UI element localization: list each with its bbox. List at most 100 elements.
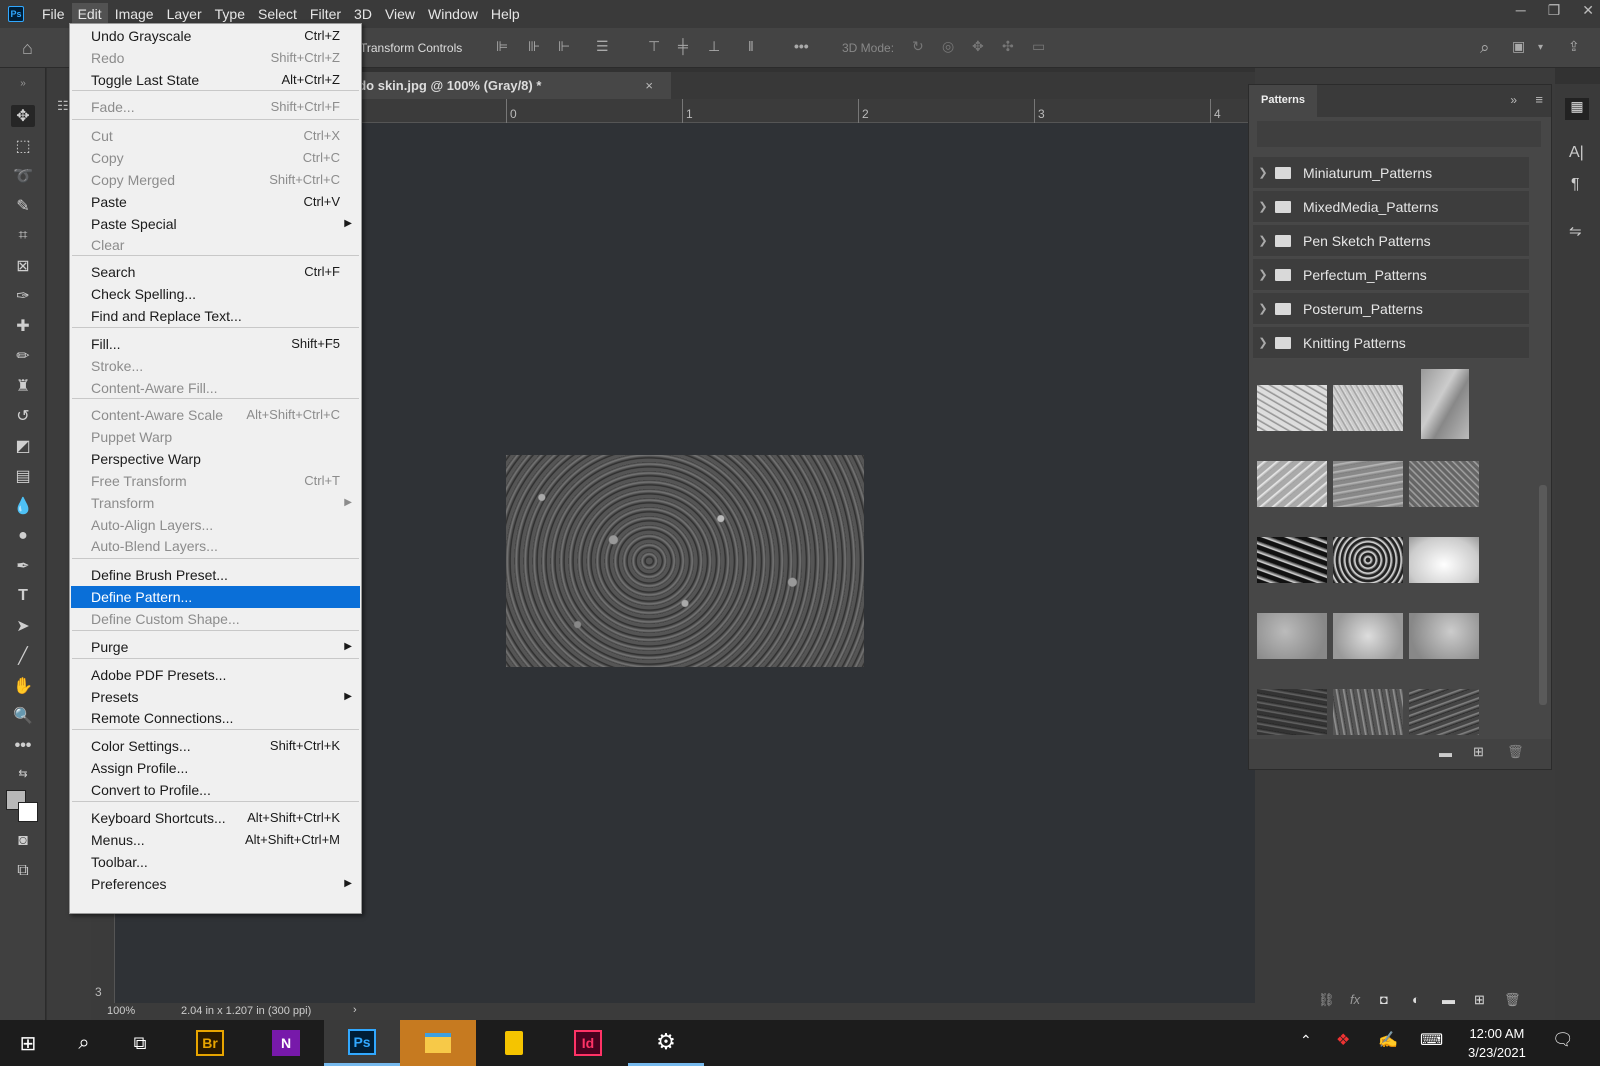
history-brush-tool-icon[interactable]: ↺ bbox=[11, 405, 35, 427]
chevron-right-icon[interactable]: ❯ bbox=[1253, 336, 1273, 349]
delete-layer-icon[interactable]: 🗑 bbox=[1504, 992, 1521, 1008]
fx-icon[interactable]: fx bbox=[1350, 992, 1360, 1007]
menu-item-search[interactable]: Search Ctrl+F bbox=[71, 261, 360, 283]
adjustment-layer-icon[interactable]: ◐ bbox=[1412, 992, 1420, 1007]
pattern-thumbnail[interactable] bbox=[1333, 461, 1403, 507]
pattern-thumbnail[interactable] bbox=[1333, 385, 1403, 431]
menu-image[interactable]: Image bbox=[109, 3, 160, 25]
photoshop-logo-icon[interactable]: Ps bbox=[8, 6, 24, 22]
zoom-tool-icon[interactable]: 🔍 bbox=[11, 705, 35, 727]
pattern-thumbnail[interactable] bbox=[1409, 613, 1479, 659]
menu-edit[interactable]: Edit bbox=[71, 3, 108, 25]
chevron-right-icon[interactable]: ❯ bbox=[1253, 268, 1273, 281]
brush-tool-icon[interactable]: ✏ bbox=[11, 345, 35, 367]
chevron-down-icon[interactable]: ▾ bbox=[1538, 42, 1543, 53]
pattern-folder[interactable]: ❯ Pen Sketch Patterns bbox=[1253, 225, 1529, 257]
system-clock[interactable]: 12:00 AM 3/23/2021 bbox=[1468, 1024, 1526, 1062]
3d-orbit-icon[interactable]: ↻ bbox=[912, 38, 924, 55]
menu-item-convert-to-profile[interactable]: Convert to Profile... bbox=[71, 779, 360, 801]
distribute-vertical-icon[interactable]: ‖ bbox=[748, 38, 754, 54]
blur-tool-icon[interactable]: 💧 bbox=[11, 495, 35, 517]
patterns-scrollbar[interactable] bbox=[1539, 485, 1547, 705]
patterns-panel-icon[interactable]: ▦ bbox=[1565, 98, 1589, 120]
menu-3d[interactable]: 3D bbox=[348, 3, 378, 25]
3d-roll-icon[interactable]: ◎ bbox=[942, 38, 954, 55]
align-bottom-icon[interactable]: ⊥ bbox=[708, 38, 720, 55]
menu-window[interactable]: Window bbox=[422, 3, 484, 25]
align-left-icon[interactable]: ⊫ bbox=[496, 38, 508, 55]
menu-item-paste-special[interactable]: Paste Special ▶ bbox=[71, 213, 360, 235]
character-panel-icon[interactable]: A| bbox=[1569, 144, 1584, 162]
new-group-icon[interactable]: ▬ bbox=[1442, 992, 1455, 1007]
pattern-thumbnail[interactable] bbox=[1257, 537, 1327, 583]
pattern-thumbnail[interactable] bbox=[1257, 385, 1327, 431]
restore-icon[interactable]: ❐ bbox=[1548, 2, 1561, 19]
eraser-tool-icon[interactable]: ◩ bbox=[11, 435, 35, 457]
menu-item-check-spelling[interactable]: Check Spelling... bbox=[71, 283, 360, 305]
more-options-icon[interactable]: ••• bbox=[794, 38, 809, 54]
menu-item-undo-grayscale[interactable]: Undo Grayscale Ctrl+Z bbox=[71, 25, 360, 47]
distribute-icon[interactable]: ☰ bbox=[596, 38, 609, 55]
onenote-app-icon[interactable]: N bbox=[248, 1020, 324, 1066]
layer-mask-icon[interactable]: ◘ bbox=[1380, 992, 1388, 1007]
task-view-icon[interactable]: ⧉ bbox=[112, 1020, 168, 1066]
dropbox-icon[interactable]: ❖ bbox=[1336, 1030, 1350, 1050]
menu-item-color-settings[interactable]: Color Settings... Shift+Ctrl+K bbox=[71, 735, 360, 757]
home-icon[interactable]: ⌂ bbox=[22, 38, 33, 59]
move-tool-icon[interactable]: ✥ bbox=[11, 105, 35, 127]
pattern-thumbnail[interactable] bbox=[1257, 613, 1327, 659]
pen-icon[interactable]: ✍ bbox=[1378, 1030, 1398, 1050]
marquee-tool-icon[interactable]: ⬚ bbox=[11, 135, 35, 157]
patterns-search-field[interactable] bbox=[1257, 121, 1541, 147]
chevron-right-icon[interactable]: ❯ bbox=[1253, 234, 1273, 247]
bridge-app-icon[interactable]: Br bbox=[172, 1020, 248, 1066]
lasso-tool-icon[interactable]: ➰ bbox=[11, 165, 35, 187]
menu-item-menus[interactable]: Menus... Alt+Shift+Ctrl+M bbox=[71, 829, 360, 851]
menu-help[interactable]: Help bbox=[485, 3, 526, 25]
chevron-right-icon[interactable]: ❯ bbox=[1253, 166, 1273, 179]
stamp-tool-icon[interactable]: ♜ bbox=[11, 375, 35, 397]
menu-item-adobe-pdf-presets[interactable]: Adobe PDF Presets... bbox=[71, 664, 360, 686]
menu-file[interactable]: File bbox=[36, 3, 71, 25]
menu-item-paste[interactable]: Paste Ctrl+V bbox=[71, 191, 360, 213]
expand-panel-icon[interactable]: » bbox=[1510, 93, 1517, 107]
zoom-level[interactable]: 100% bbox=[107, 1005, 135, 1017]
chevron-up-icon[interactable]: ⌃ bbox=[1300, 1032, 1312, 1049]
3d-pan-icon[interactable]: ✥ bbox=[972, 38, 984, 55]
pattern-thumbnail[interactable] bbox=[1257, 461, 1327, 507]
dodge-tool-icon[interactable]: ● bbox=[11, 525, 35, 547]
align-top-icon[interactable]: ⊤ bbox=[648, 38, 660, 55]
quick-select-tool-icon[interactable]: ✎ bbox=[11, 195, 35, 217]
document-tab[interactable]: ado skin.jpg @ 100% (Gray/8) * × bbox=[351, 72, 671, 99]
close-tab-icon[interactable]: × bbox=[645, 78, 653, 93]
screen-mode-icon[interactable]: ⧉ bbox=[11, 860, 35, 882]
quick-mask-icon[interactable]: ◙ bbox=[11, 830, 35, 852]
pattern-folder[interactable]: ❯ Miniaturum_Patterns bbox=[1253, 157, 1529, 189]
eyedropper-tool-icon[interactable]: ✑ bbox=[11, 285, 35, 307]
path-select-tool-icon[interactable]: ➤ bbox=[11, 615, 35, 637]
menu-item-purge[interactable]: Purge ▶ bbox=[71, 636, 360, 658]
menu-item-remote-connections[interactable]: Remote Connections... bbox=[71, 707, 360, 729]
menu-item-find-and-replace-text[interactable]: Find and Replace Text... bbox=[71, 305, 360, 327]
pattern-thumbnail[interactable] bbox=[1409, 689, 1479, 735]
healing-tool-icon[interactable]: ✚ bbox=[11, 315, 35, 337]
search-icon[interactable]: ⌕ bbox=[1480, 38, 1490, 58]
new-pattern-icon[interactable]: ⊞ bbox=[1473, 744, 1484, 760]
photoshop-app-icon[interactable]: Ps bbox=[324, 1020, 400, 1066]
3d-slide-icon[interactable]: ✣ bbox=[1002, 38, 1014, 55]
pattern-thumbnail[interactable] bbox=[1257, 689, 1327, 735]
swap-colors-icon[interactable]: ⇆ bbox=[11, 762, 35, 784]
status-menu-arrow-icon[interactable]: › bbox=[353, 1004, 357, 1016]
pattern-thumbnail[interactable] bbox=[1333, 613, 1403, 659]
pattern-folder[interactable]: ❯ Posterum_Patterns bbox=[1253, 293, 1529, 325]
pattern-thumbnail[interactable] bbox=[1409, 461, 1479, 507]
chevron-right-icon[interactable]: ❯ bbox=[1253, 200, 1273, 213]
menu-item-perspective-warp[interactable]: Perspective Warp bbox=[71, 448, 360, 470]
menu-item-presets[interactable]: Presets ▶ bbox=[71, 686, 360, 708]
notification-icon[interactable]: 🗨 bbox=[1552, 1030, 1574, 1050]
pattern-folder[interactable]: ❯ Perfectum_Patterns bbox=[1253, 259, 1529, 291]
indesign-app-icon[interactable]: Id bbox=[550, 1020, 626, 1066]
menu-view[interactable]: View bbox=[379, 3, 421, 25]
align-center-icon[interactable]: ⊪ bbox=[528, 38, 540, 55]
crop-tool-icon[interactable]: ⌗ bbox=[11, 225, 35, 247]
